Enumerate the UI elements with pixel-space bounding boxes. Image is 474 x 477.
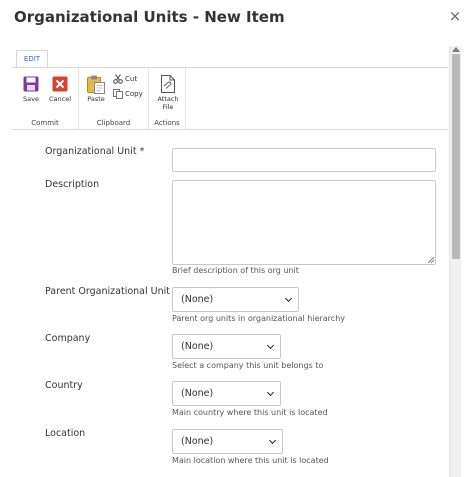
cut-button[interactable]: Cut bbox=[113, 74, 137, 84]
scroll-up-icon[interactable] bbox=[452, 47, 460, 52]
attach-label-line1: Attach bbox=[157, 95, 179, 103]
chevron-down-icon bbox=[266, 388, 275, 397]
save-label: Save bbox=[23, 95, 39, 103]
parent-unit-select[interactable]: (None) bbox=[172, 287, 299, 312]
chevron-down-icon bbox=[266, 341, 275, 350]
vertical-scrollbar[interactable] bbox=[449, 46, 461, 477]
save-button[interactable]: Save bbox=[19, 76, 43, 103]
company-selected: (None) bbox=[181, 341, 214, 352]
tab-edit[interactable]: EDIT bbox=[16, 50, 48, 68]
resize-grip-icon[interactable] bbox=[428, 257, 434, 263]
paste-label: Paste bbox=[87, 95, 105, 103]
parent-unit-label: Parent Organizational Unit bbox=[45, 286, 170, 297]
attach-label-line2: File bbox=[162, 103, 174, 111]
paste-icon bbox=[87, 75, 105, 94]
parent-unit-hint: Parent org units in organizational hiera… bbox=[172, 314, 345, 323]
copy-label: Copy bbox=[125, 90, 143, 98]
description-label: Description bbox=[45, 179, 100, 190]
ribbon-group-commit: Save Cancel Commit bbox=[12, 68, 79, 130]
company-label: Company bbox=[45, 333, 91, 344]
scissors-icon bbox=[113, 74, 123, 84]
location-hint: Main location where this unit is located bbox=[172, 456, 329, 465]
location-select[interactable]: (None) bbox=[172, 429, 283, 454]
org-unit-input[interactable] bbox=[172, 148, 436, 172]
description-hint: Brief description of this org unit bbox=[172, 266, 299, 275]
company-hint: Select a company this unit belongs to bbox=[172, 361, 324, 370]
chevron-down-icon bbox=[268, 436, 277, 445]
country-hint: Main country where this unit is located bbox=[172, 408, 328, 417]
country-select[interactable]: (None) bbox=[172, 381, 281, 406]
chevron-down-icon bbox=[284, 294, 293, 303]
parent-unit-selected: (None) bbox=[181, 294, 214, 305]
org-unit-label-text: Organizational Unit bbox=[45, 146, 137, 157]
location-label: Location bbox=[45, 428, 86, 439]
dialog-frame: EDIT Save Cancel Commit Paste Cut Copy C… bbox=[12, 46, 448, 477]
ribbon-group-clipboard: Paste Cut Copy Clipboard bbox=[79, 68, 149, 130]
cut-label: Cut bbox=[125, 75, 138, 83]
cancel-button[interactable]: Cancel bbox=[47, 76, 73, 103]
close-icon[interactable]: × bbox=[447, 8, 463, 24]
company-select[interactable]: (None) bbox=[172, 334, 281, 359]
attach-file-button[interactable]: Attach File bbox=[153, 74, 183, 111]
location-selected: (None) bbox=[181, 436, 214, 447]
cancel-icon bbox=[52, 76, 68, 92]
country-label: Country bbox=[45, 380, 83, 391]
group-label-clipboard: Clipboard bbox=[96, 119, 131, 127]
attach-file-icon bbox=[161, 75, 175, 93]
group-label-commit: Commit bbox=[31, 119, 59, 127]
org-unit-label: Organizational Unit * bbox=[45, 146, 144, 157]
save-icon bbox=[23, 76, 39, 92]
description-textarea[interactable] bbox=[172, 180, 436, 265]
country-selected: (None) bbox=[181, 388, 214, 399]
copy-icon bbox=[113, 89, 123, 99]
required-marker: * bbox=[139, 146, 145, 157]
cancel-label: Cancel bbox=[48, 95, 72, 103]
group-label-actions: Actions bbox=[154, 119, 180, 127]
ribbon: Save Cancel Commit Paste Cut Copy Clipbo… bbox=[12, 67, 448, 130]
scroll-thumb[interactable] bbox=[452, 54, 460, 259]
paste-button[interactable]: Paste bbox=[84, 74, 108, 103]
ribbon-group-actions: Attach File Actions bbox=[149, 68, 186, 130]
copy-button[interactable]: Copy bbox=[113, 89, 143, 99]
dialog-title: Organizational Units - New Item bbox=[14, 8, 285, 26]
